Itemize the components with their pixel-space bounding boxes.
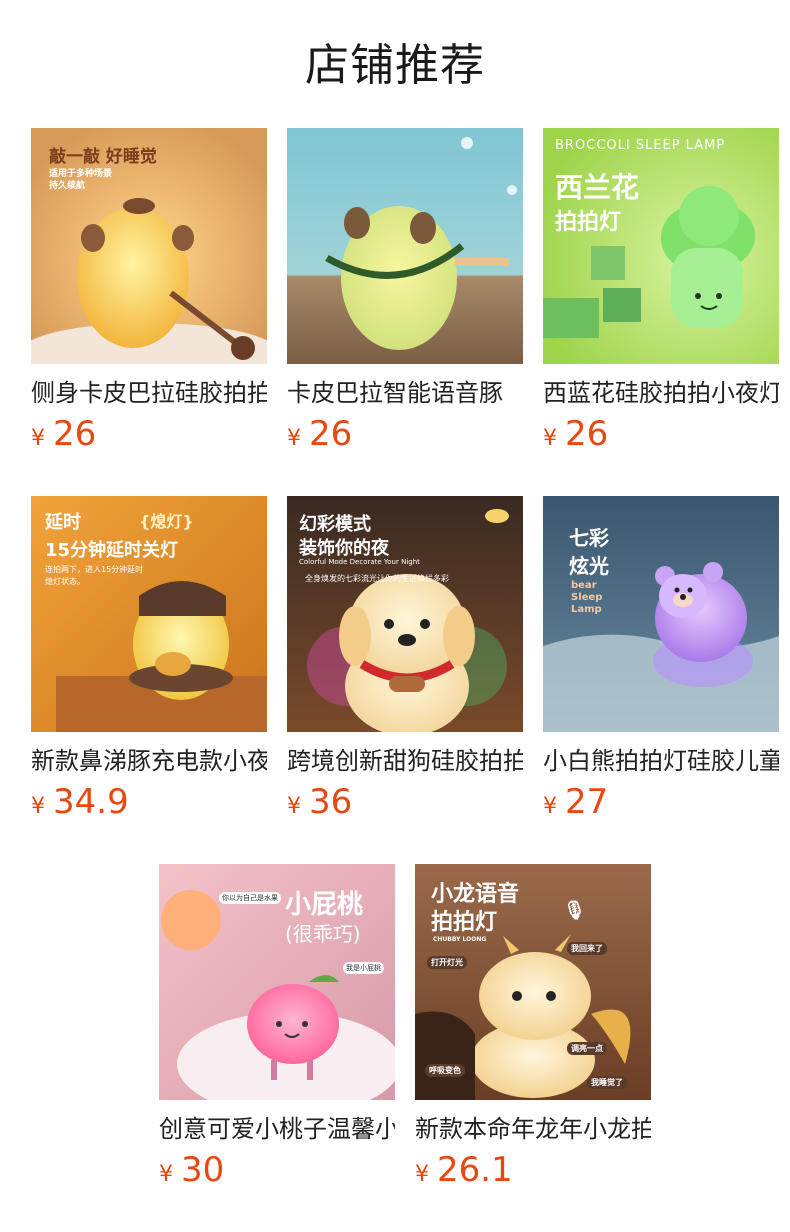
price-value: 27 [565,782,609,822]
price-value: 26 [53,414,97,454]
image-headline: 拍拍灯 [431,910,498,935]
product-name[interactable]: 小白熊拍拍灯硅胶儿童 [543,744,779,778]
currency-symbol: ¥ [287,794,301,819]
speech-bubble: 你以为自己是水果 [219,892,281,904]
currency-symbol: ¥ [415,1162,429,1187]
page-title: 店铺推荐 [305,40,485,91]
product-image[interactable]: 小屁桃 (很乖巧) 你以为自己是水果 我是小屁桃 [159,864,395,1100]
tag-label: 呼吸变色 [425,1064,465,1077]
image-headline: (很乖巧) [285,922,361,946]
product-price: ¥34.9 [31,780,267,824]
image-headline: 装饰你的夜 [299,538,389,559]
product-image[interactable] [287,128,523,364]
currency-symbol: ¥ [543,426,557,451]
price-value: 26 [309,414,353,454]
price-value: 30 [181,1150,225,1190]
product-image[interactable]: 延时 {熄灯} 15分钟延时关灯 连拍两下，进入15分钟延时 熄灯状态。 [31,496,267,732]
image-headline: 敲一敲 好睡觉 [49,147,157,167]
product-card[interactable]: BROCCOLI SLEEP LAMP 西兰花 拍拍灯 西蓝花硅胶拍拍小夜灯 ¥… [543,128,779,456]
product-name[interactable]: 创意可爱小桃子温馨小夜灯 [159,1112,395,1146]
currency-symbol: ¥ [31,426,45,451]
capybara-lamp-image [287,128,523,364]
image-headline: 延时 [45,512,81,533]
image-headline: 小屁桃 [285,890,364,920]
currency-symbol: ¥ [543,794,557,819]
product-card[interactable]: 小龙语音 拍拍灯 CHUBBY LOONG 打开灯光 我回来了 调亮一点 呼吸变… [415,864,651,1192]
tag-label: 打开灯光 [427,956,467,969]
product-card[interactable]: 敲一敲 好睡觉 适用于多种场景 持久续航 侧身卡皮巴拉硅胶拍拍灯 ¥26 [31,128,267,456]
image-caption: 持久续航 [49,181,86,191]
currency-symbol: ¥ [287,426,301,451]
product-image[interactable]: 小龙语音 拍拍灯 CHUBBY LOONG 打开灯光 我回来了 调亮一点 呼吸变… [415,864,651,1100]
image-caption: 全身焕发的七彩流光让你的生活焕烂多彩 [305,574,449,583]
speech-bubble: 我是小屁桃 [343,962,384,974]
product-card[interactable]: 小屁桃 (很乖巧) 你以为自己是水果 我是小屁桃 创意可爱小桃子温馨小夜灯 ¥3… [159,864,395,1192]
image-caption: bear [571,580,597,591]
image-headline: 幻彩模式 [299,514,371,535]
image-headline: {熄灯} [139,512,194,531]
product-name[interactable]: 卡皮巴拉智能语音豚 [287,376,523,410]
image-caption: Lamp [571,604,602,615]
product-image[interactable]: BROCCOLI SLEEP LAMP 西兰花 拍拍灯 [543,128,779,364]
product-price: ¥27 [543,780,779,824]
image-headline: 15分钟延时关灯 [45,540,179,561]
product-name[interactable]: 跨境创新甜狗硅胶拍拍灯 [287,744,523,778]
price-value: 26.1 [437,1150,513,1190]
image-caption: 熄灯状态。 [45,577,85,586]
product-card[interactable]: 延时 {熄灯} 15分钟延时关灯 连拍两下，进入15分钟延时 熄灯状态。 新款鼻… [31,496,267,824]
image-headline: 西兰花 [555,171,640,204]
price-value: 36 [309,782,353,822]
product-name[interactable]: 新款本命年龙年小龙拍拍灯 [415,1112,651,1146]
microphone-icon: 🎙 [563,900,586,921]
product-price: ¥30 [159,1148,395,1192]
product-price: ¥26 [287,412,523,456]
price-value: 34.9 [53,782,129,822]
broccoli-lamp-image [543,128,779,364]
product-image[interactable]: 七彩 炫光 bear Sleep Lamp [543,496,779,732]
tag-label: 我回来了 [567,942,607,955]
tag-label: 调亮一点 [567,1042,607,1055]
currency-symbol: ¥ [31,794,45,819]
product-name[interactable]: 西蓝花硅胶拍拍小夜灯 [543,376,779,410]
product-image[interactable]: 敲一敲 好睡觉 适用于多种场景 持久续航 [31,128,267,364]
product-card[interactable]: 卡皮巴拉智能语音豚 ¥26 [287,128,523,456]
image-caption: BROCCOLI SLEEP LAMP [555,138,726,153]
product-price: ¥26 [31,412,267,456]
image-caption: Colorful Mode Decorate Your Night [299,558,420,566]
tag-label: 我睡觉了 [587,1076,627,1089]
image-headline: 拍拍灯 [555,210,622,235]
image-headline: 七彩 [569,526,609,550]
product-name[interactable]: 侧身卡皮巴拉硅胶拍拍灯 [31,376,267,410]
product-price: ¥26 [543,412,779,456]
product-card[interactable]: 幻彩模式 装饰你的夜 Colorful Mode Decorate Your N… [287,496,523,824]
price-value: 26 [565,414,609,454]
product-card[interactable]: 七彩 炫光 bear Sleep Lamp 小白熊拍拍灯硅胶儿童 ¥27 [543,496,779,824]
product-price: ¥36 [287,780,523,824]
image-caption: Sleep [571,592,603,603]
currency-symbol: ¥ [159,1162,173,1187]
image-caption: 连拍两下，进入15分钟延时 [45,565,144,574]
product-name[interactable]: 新款鼻涕豚充电款小夜灯 [31,744,267,778]
product-price: ¥26.1 [415,1148,651,1192]
image-headline: 炫光 [569,554,609,578]
image-caption: CHUBBY LOONG [433,936,487,943]
product-image[interactable]: 幻彩模式 装饰你的夜 Colorful Mode Decorate Your N… [287,496,523,732]
